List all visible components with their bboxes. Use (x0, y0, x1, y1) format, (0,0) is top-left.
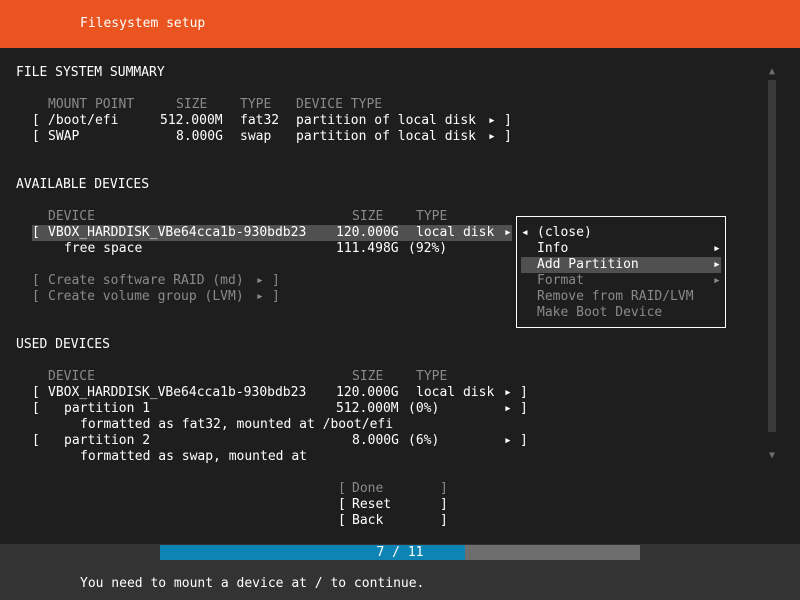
size: 512.000M (160, 113, 223, 128)
column-header-size: SIZE (352, 369, 384, 384)
bracket-open: [ (32, 113, 40, 128)
bracket-close: ] (504, 113, 512, 128)
size: 8.000G (176, 129, 223, 144)
footer-bar: 7 / 11 You need to mount a device at / t… (0, 544, 800, 600)
bracket-open: [ (32, 433, 40, 448)
disk-name: VBOX_HARDDISK_VBe64cca1b-930bdb23 (48, 225, 307, 240)
menu-item-label: Add Partition (537, 257, 639, 272)
disk-type: local disk (416, 385, 495, 400)
menu-item-label: Info (537, 241, 569, 256)
arrow-right-icon[interactable]: ▸ (488, 129, 496, 145)
disk-type: local disk (416, 225, 495, 240)
scroll-down-icon[interactable]: ▼ (768, 448, 776, 464)
column-header-size: SIZE (176, 97, 208, 112)
partition-size: 512.000M (336, 401, 399, 416)
scrollbar[interactable] (768, 80, 776, 432)
device-context-menu: ◂ (close) Info ▸ Add Partition ▸ Format … (516, 216, 726, 328)
arrow-right-icon: ▸ (256, 289, 264, 304)
status-message: You need to mount a device at / to conti… (80, 576, 425, 591)
bracket-close: ] (520, 385, 528, 400)
arrow-right-icon: ▸ (713, 273, 721, 288)
column-header-size: SIZE (352, 209, 384, 224)
progress-label: 7 / 11 (376, 545, 424, 560)
arrow-right-icon[interactable]: ▸ (488, 113, 496, 129)
section-heading-fs-summary: FILE SYSTEM SUMMARY (16, 65, 165, 80)
bracket-close: ] (440, 497, 448, 512)
menu-item-remove-from-raid-lvm[interactable]: Remove from RAID/LVM (537, 289, 694, 305)
arrow-right-icon: ▸ (713, 241, 721, 256)
section-heading-used-devices: USED DEVICES (16, 337, 110, 352)
partition-percent: (0%) (408, 401, 440, 416)
bracket-open: [ (32, 225, 40, 240)
partition-label: partition 2 (64, 433, 151, 448)
bracket-open: [ (338, 513, 346, 528)
bracket-close: ] (520, 401, 528, 416)
arrow-right-icon[interactable]: ▸ (504, 225, 512, 241)
bracket-close: ] (440, 481, 448, 496)
reset-label: Reset (352, 497, 392, 512)
column-header-type: TYPE (416, 369, 448, 384)
progress-bar: 7 / 11 (160, 545, 640, 560)
bracket-close: ] (272, 273, 280, 288)
menu-item-label: Format (537, 273, 584, 288)
free-space-percent: (92%) (408, 241, 448, 256)
bracket-open: [ (32, 289, 40, 304)
arrow-right-icon[interactable]: ▸ (504, 433, 512, 449)
menu-close-label: (close) (537, 225, 592, 240)
page-title: Filesystem setup (80, 16, 206, 31)
bracket-open: [ (338, 481, 346, 496)
done-label: Done (352, 481, 384, 496)
bracket-open: [ (338, 497, 346, 512)
free-space-size: 111.498G (336, 241, 399, 256)
fs-type: fat32 (240, 113, 280, 128)
bracket-open: [ (32, 129, 40, 144)
bracket-close: ] (440, 513, 448, 528)
column-header-device: DEVICE (48, 369, 95, 384)
column-header-device: DEVICE (48, 209, 95, 224)
mount-point: SWAP (48, 129, 80, 144)
bracket-close: ] (504, 129, 512, 144)
fs-type: swap (240, 129, 272, 144)
section-heading-available-devices: AVAILABLE DEVICES (16, 177, 150, 192)
free-space-label: free space (64, 241, 143, 256)
header-bar: Filesystem setup (0, 0, 800, 48)
device-type: partition of local disk (296, 113, 477, 128)
column-header-device-type: DEVICE TYPE (296, 97, 383, 112)
arrow-right-icon[interactable]: ▸ (504, 401, 512, 417)
partition-percent: (6%) (408, 433, 440, 448)
scroll-up-icon[interactable]: ▲ (768, 64, 776, 80)
arrow-right-icon: ▸ (256, 273, 264, 288)
bracket-close: ] (520, 433, 528, 448)
bracket-open: [ (32, 385, 40, 400)
mount-point: /boot/efi (48, 113, 119, 128)
disk-size: 120.000G (336, 225, 399, 240)
column-header-type: TYPE (240, 97, 272, 112)
arrow-right-icon[interactable]: ▸ (504, 385, 512, 401)
partition-1-format-note: formatted as fat32, mounted at /boot/efi (80, 417, 394, 432)
bracket-open: [ (32, 273, 40, 288)
device-type: partition of local disk (296, 129, 477, 144)
partition-label: partition 1 (64, 401, 151, 416)
bracket-close: ] (272, 289, 280, 304)
partition-2-format-note: formatted as swap, mounted at (80, 449, 307, 464)
create-lvm-label: Create volume group (LVM) (48, 289, 244, 304)
arrow-left-icon: ◂ (521, 225, 529, 240)
bracket-open: [ (32, 401, 40, 416)
back-label: Back (352, 513, 384, 528)
partition-size: 8.000G (352, 433, 399, 448)
disk-size: 120.000G (336, 385, 399, 400)
arrow-right-icon: ▸ (713, 257, 721, 272)
column-header-mount-point: MOUNT POINT (48, 97, 135, 112)
menu-item-make-boot-device[interactable]: Make Boot Device (537, 305, 662, 321)
create-raid-label: Create software RAID (md) (48, 273, 244, 288)
column-header-type: TYPE (416, 209, 448, 224)
disk-name: VBOX_HARDDISK_VBe64cca1b-930bdb23 (48, 385, 307, 400)
